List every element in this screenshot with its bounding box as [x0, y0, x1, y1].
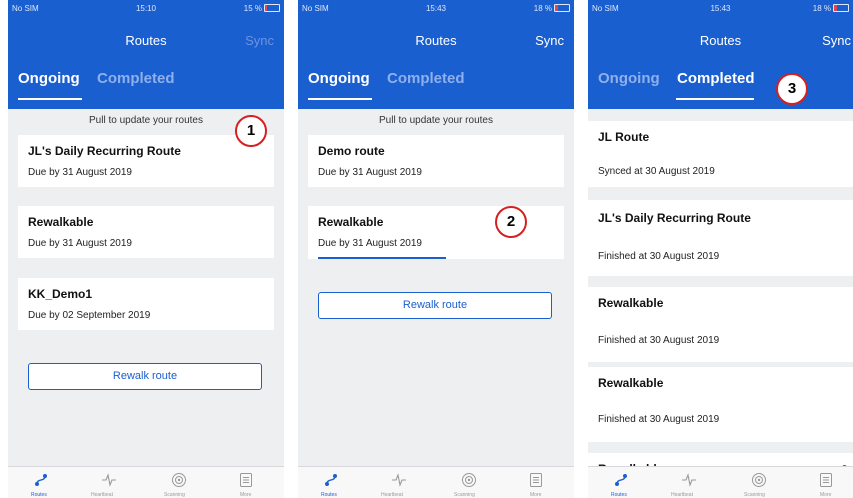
heartbeat-icon[interactable]: [391, 472, 407, 488]
route-status: Synced at 30 August 2019: [598, 166, 715, 177]
tab-label: Routes: [31, 492, 47, 498]
rewalk-route-button[interactable]: Rewalk route: [318, 292, 552, 319]
tab-label: Routes: [611, 492, 627, 498]
tab-ongoing[interactable]: Ongoing: [598, 70, 660, 87]
bottom-tab-bar: Routes Heartbeat Scanning More: [298, 466, 574, 498]
routes-icon[interactable]: [33, 472, 49, 488]
tab-label: Heartbeat: [381, 492, 403, 498]
rewalk-route-button[interactable]: Rewalk route: [28, 363, 262, 390]
battery-indicator: 18 %: [813, 4, 849, 13]
clock: 15:43: [710, 4, 731, 13]
bottom-tab-bar: Routes Heartbeat Scanning More: [8, 466, 284, 498]
status-bar: No SIM 15:10 15 %: [12, 4, 280, 16]
tab-completed[interactable]: Completed: [97, 70, 175, 87]
page-title: Routes: [125, 33, 167, 48]
battery-indicator: 15 %: [244, 4, 280, 13]
clock: 15:10: [135, 4, 157, 13]
route-name: KK_Demo1: [28, 287, 93, 301]
route-due-date: Due by 31 August 2019: [28, 238, 132, 249]
route-card[interactable]: Rewalkable Due by 31 August 2019: [308, 206, 564, 259]
active-tab-indicator: [308, 98, 372, 100]
sync-button[interactable]: Sync: [535, 33, 564, 48]
routes-icon[interactable]: [613, 472, 629, 488]
battery-icon: [833, 4, 849, 12]
completed-route-item[interactable]: Rewalkable Finished at 30 August 2019: [588, 367, 853, 442]
route-due-date: Due by 31 August 2019: [318, 238, 422, 249]
callout-badge: 2: [495, 206, 527, 238]
route-name: Rewalkable: [598, 376, 664, 390]
page-title: Routes: [699, 33, 742, 48]
battery-icon: [264, 4, 280, 12]
battery-percent: 18 %: [533, 4, 552, 13]
phone-screen-ongoing-progress: No SIM 15:43 18 % Routes Sync Ongoing Co…: [298, 0, 574, 498]
tab-ongoing[interactable]: Ongoing: [308, 70, 370, 87]
route-name: JL's Daily Recurring Route: [28, 144, 181, 158]
active-tab-indicator: [18, 98, 82, 100]
routes-icon[interactable]: [323, 472, 339, 488]
heartbeat-icon[interactable]: [101, 472, 117, 488]
completed-route-item[interactable]: Rewalkable Finished at 30 August 2019: [588, 287, 853, 362]
tab-completed[interactable]: Completed: [387, 70, 465, 87]
scan-icon[interactable]: [461, 472, 477, 488]
header: No SIM 15:43 18 % Routes Sync Ongoing Co…: [588, 0, 853, 109]
page-title: Routes: [415, 33, 457, 48]
scan-icon[interactable]: [751, 472, 767, 488]
route-status: Finished at 30 August 2019: [598, 251, 720, 262]
route-status: Finished at 30 August 2019: [598, 335, 720, 346]
tab-label: More: [240, 492, 252, 498]
route-name: Rewalkable: [598, 296, 664, 310]
tab-label: Heartbeat: [671, 492, 693, 498]
tab-ongoing[interactable]: Ongoing: [18, 70, 80, 87]
route-due-date: Due by 31 August 2019: [28, 167, 132, 178]
tab-label: More: [820, 492, 832, 498]
pull-to-refresh-hint: Pull to update your routes: [379, 115, 493, 126]
phone-screen-ongoing: No SIM 15:10 15 % Routes Sync Ongoing Co…: [8, 0, 284, 498]
route-card[interactable]: KK_Demo1 Due by 02 September 2019: [18, 278, 274, 330]
scan-icon[interactable]: [171, 472, 187, 488]
battery-indicator: 18 %: [534, 4, 570, 13]
sync-button[interactable]: Sync: [245, 33, 274, 48]
callout-badge: 3: [776, 73, 808, 105]
route-progress-bar: [318, 257, 446, 259]
route-card[interactable]: JL's Daily Recurring Route Due by 31 Aug…: [18, 135, 274, 187]
callout-badge: 1: [235, 115, 267, 147]
phone-screen-completed: No SIM 15:43 18 % Routes Sync Ongoing Co…: [588, 0, 853, 498]
clock: 15:43: [425, 4, 447, 13]
status-bar: No SIM 15:43 18 %: [592, 4, 849, 16]
tab-label: Scanning: [454, 492, 475, 498]
route-name: JL Route: [598, 130, 650, 144]
menu-icon[interactable]: [818, 472, 834, 488]
route-name: Rewalkable: [318, 215, 384, 229]
active-tab-indicator: [676, 98, 754, 100]
header: No SIM 15:43 18 % Routes Sync Ongoing Co…: [298, 0, 574, 109]
route-due-date: Due by 02 September 2019: [28, 310, 151, 321]
menu-icon[interactable]: [238, 472, 254, 488]
tab-label: Scanning: [744, 492, 765, 498]
route-card[interactable]: Rewalkable Due by 31 August 2019: [18, 206, 274, 258]
tab-label: Heartbeat: [91, 492, 113, 498]
tab-completed[interactable]: Completed: [677, 70, 755, 87]
sync-button[interactable]: Sync: [822, 33, 851, 48]
route-name: Rewalkable: [28, 215, 94, 229]
bottom-tab-bar: Routes Heartbeat Scanning More: [588, 466, 853, 498]
completed-route-item[interactable]: JL Route Synced at 30 August 2019: [588, 121, 853, 187]
menu-icon[interactable]: [528, 472, 544, 488]
completed-route-item[interactable]: JL's Daily Recurring Route Finished at 3…: [588, 200, 853, 276]
heartbeat-icon[interactable]: [681, 472, 697, 488]
battery-icon: [554, 4, 570, 12]
header: No SIM 15:10 15 % Routes Sync Ongoing Co…: [8, 0, 284, 109]
route-card[interactable]: Demo route Due by 31 August 2019: [308, 135, 564, 187]
tab-label: More: [530, 492, 542, 498]
tab-label: Routes: [321, 492, 337, 498]
tab-label: Scanning: [164, 492, 185, 498]
route-name: Demo route: [318, 144, 385, 158]
status-bar: No SIM 15:43 18 %: [302, 4, 570, 16]
battery-percent: 15 %: [243, 4, 262, 13]
battery-percent: 18 %: [812, 4, 831, 13]
route-name: JL's Daily Recurring Route: [598, 211, 751, 225]
route-due-date: Due by 31 August 2019: [318, 167, 422, 178]
route-status: Finished at 30 August 2019: [598, 414, 720, 425]
